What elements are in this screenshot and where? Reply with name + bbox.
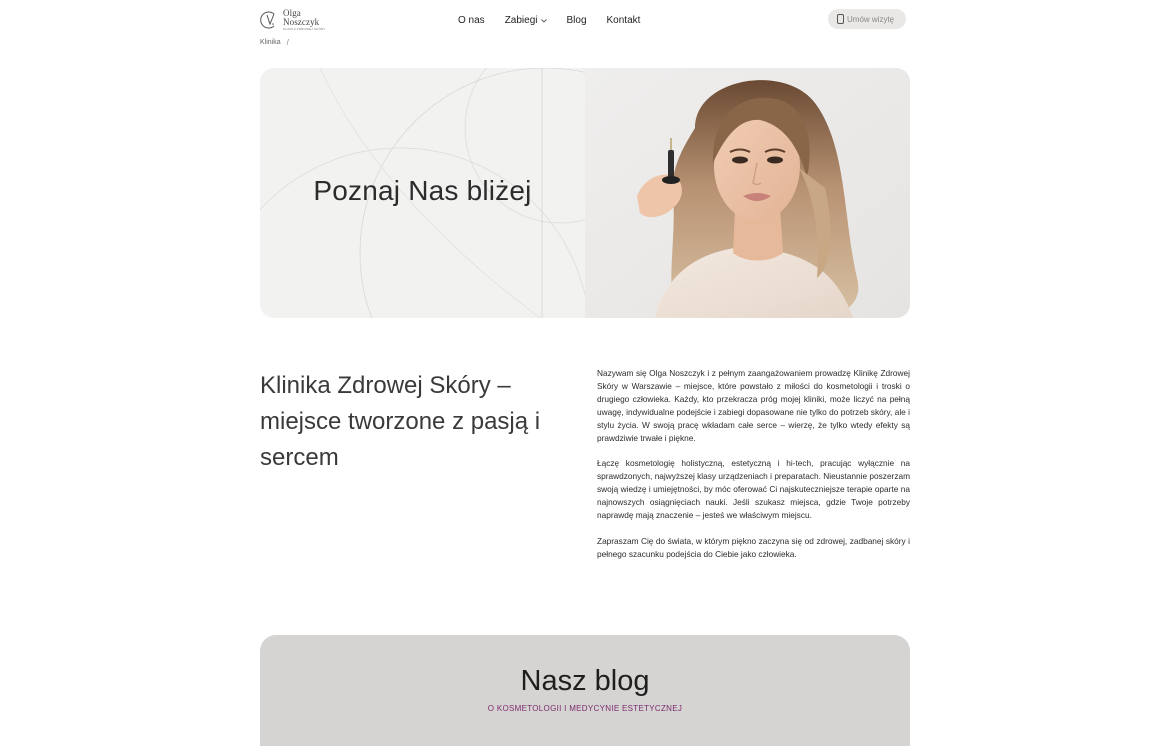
nav-item-zabiegi[interactable]: Zabiegi (505, 13, 547, 27)
site-header: Olga Noszczyk KLINIKA ZDROWEJ SKÓRY O na… (0, 0, 1168, 40)
hero-text-panel: Poznaj Nas bliżej (260, 68, 585, 318)
blog-section: Nasz blog O KOSMETOLOGII I MEDYCYNIE EST… (260, 635, 910, 746)
hero-section: Poznaj Nas bliżej (260, 68, 910, 318)
nav-item-o-nas[interactable]: O nas (458, 13, 485, 27)
chevron-down-icon (540, 16, 547, 25)
logo[interactable]: Olga Noszczyk KLINIKA ZDROWEJ SKÓRY (259, 7, 339, 33)
logo-name-line2: Noszczyk (283, 17, 320, 27)
portrait-photo (585, 68, 910, 318)
main-nav: O nas Zabiegi Blog Kontakt (458, 13, 660, 27)
nav-item-label: Zabiegi (504, 14, 538, 26)
blog-title: Nasz blog (520, 665, 650, 697)
logo-tagline: KLINIKA ZDROWEJ SKÓRY (283, 27, 326, 31)
book-visit-label: Umów wizytę (847, 14, 895, 24)
breadcrumb-item-klinika[interactable]: Klinika (260, 39, 281, 46)
nav-item-label: Blog (566, 14, 587, 26)
hero-title: Poznaj Nas bliżej (313, 175, 532, 206)
nav-item-label: Kontakt (606, 14, 641, 26)
blog-subtitle: O KOSMETOLOGII I MEDYCYNIE ESTETYCZNEJ (487, 704, 683, 713)
intro-paragraph: Zapraszam Cię do świata, w którym piękno… (597, 535, 910, 559)
nav-item-blog[interactable]: Blog (567, 13, 587, 27)
breadcrumb-separator: / (286, 38, 289, 47)
logo-monogram-icon (259, 10, 279, 30)
nav-item-label: O nas (458, 14, 485, 26)
book-visit-button[interactable]: Umów wizytę (828, 9, 906, 29)
breadcrumb: Klinika / (260, 38, 289, 47)
intro-text: Nazywam się Olga Noszczyk i z pełnym zaa… (597, 367, 910, 573)
phone-icon (837, 14, 844, 24)
intro-paragraph: Łączę kosmetologię holistyczną, estetycz… (597, 458, 910, 520)
nav-item-kontakt[interactable]: Kontakt (607, 13, 641, 27)
intro-paragraph: Nazywam się Olga Noszczyk i z pełnym zaa… (597, 368, 910, 443)
logo-text: Olga Noszczyk KLINIKA ZDROWEJ SKÓRY (283, 9, 326, 31)
intro-heading: Klinika Zdrowej Skóry – miejsce tworzone… (260, 372, 541, 471)
